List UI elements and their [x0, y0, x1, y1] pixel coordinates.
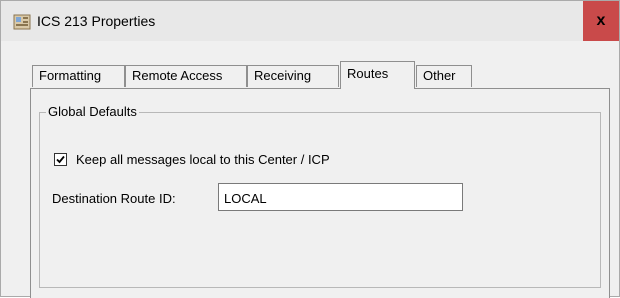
properties-window: ICS 213 Properties x Formatting Remote A…	[0, 0, 620, 298]
tab-routes[interactable]: Routes	[340, 61, 415, 89]
checkmark-icon	[56, 155, 65, 164]
destination-route-input[interactable]	[218, 183, 463, 211]
tab-formatting[interactable]: Formatting	[32, 65, 125, 87]
group-legend: Global Defaults	[46, 104, 139, 120]
global-defaults-group: Global Defaults Keep all messages local …	[39, 104, 601, 288]
window-title: ICS 213 Properties	[37, 13, 156, 29]
tab-remote-access[interactable]: Remote Access	[125, 65, 247, 87]
title-bar[interactable]: ICS 213 Properties x	[1, 1, 619, 41]
app-icon	[13, 13, 31, 31]
keep-local-checkbox[interactable]	[54, 153, 67, 166]
tab-other[interactable]: Other	[416, 65, 472, 87]
tab-receiving[interactable]: Receiving	[247, 65, 339, 87]
destination-route-label: Destination Route ID:	[52, 191, 176, 206]
close-button[interactable]: x	[583, 1, 619, 41]
keep-local-label: Keep all messages local to this Center /…	[76, 152, 330, 167]
routes-tab-panel: Global Defaults Keep all messages local …	[30, 88, 610, 298]
